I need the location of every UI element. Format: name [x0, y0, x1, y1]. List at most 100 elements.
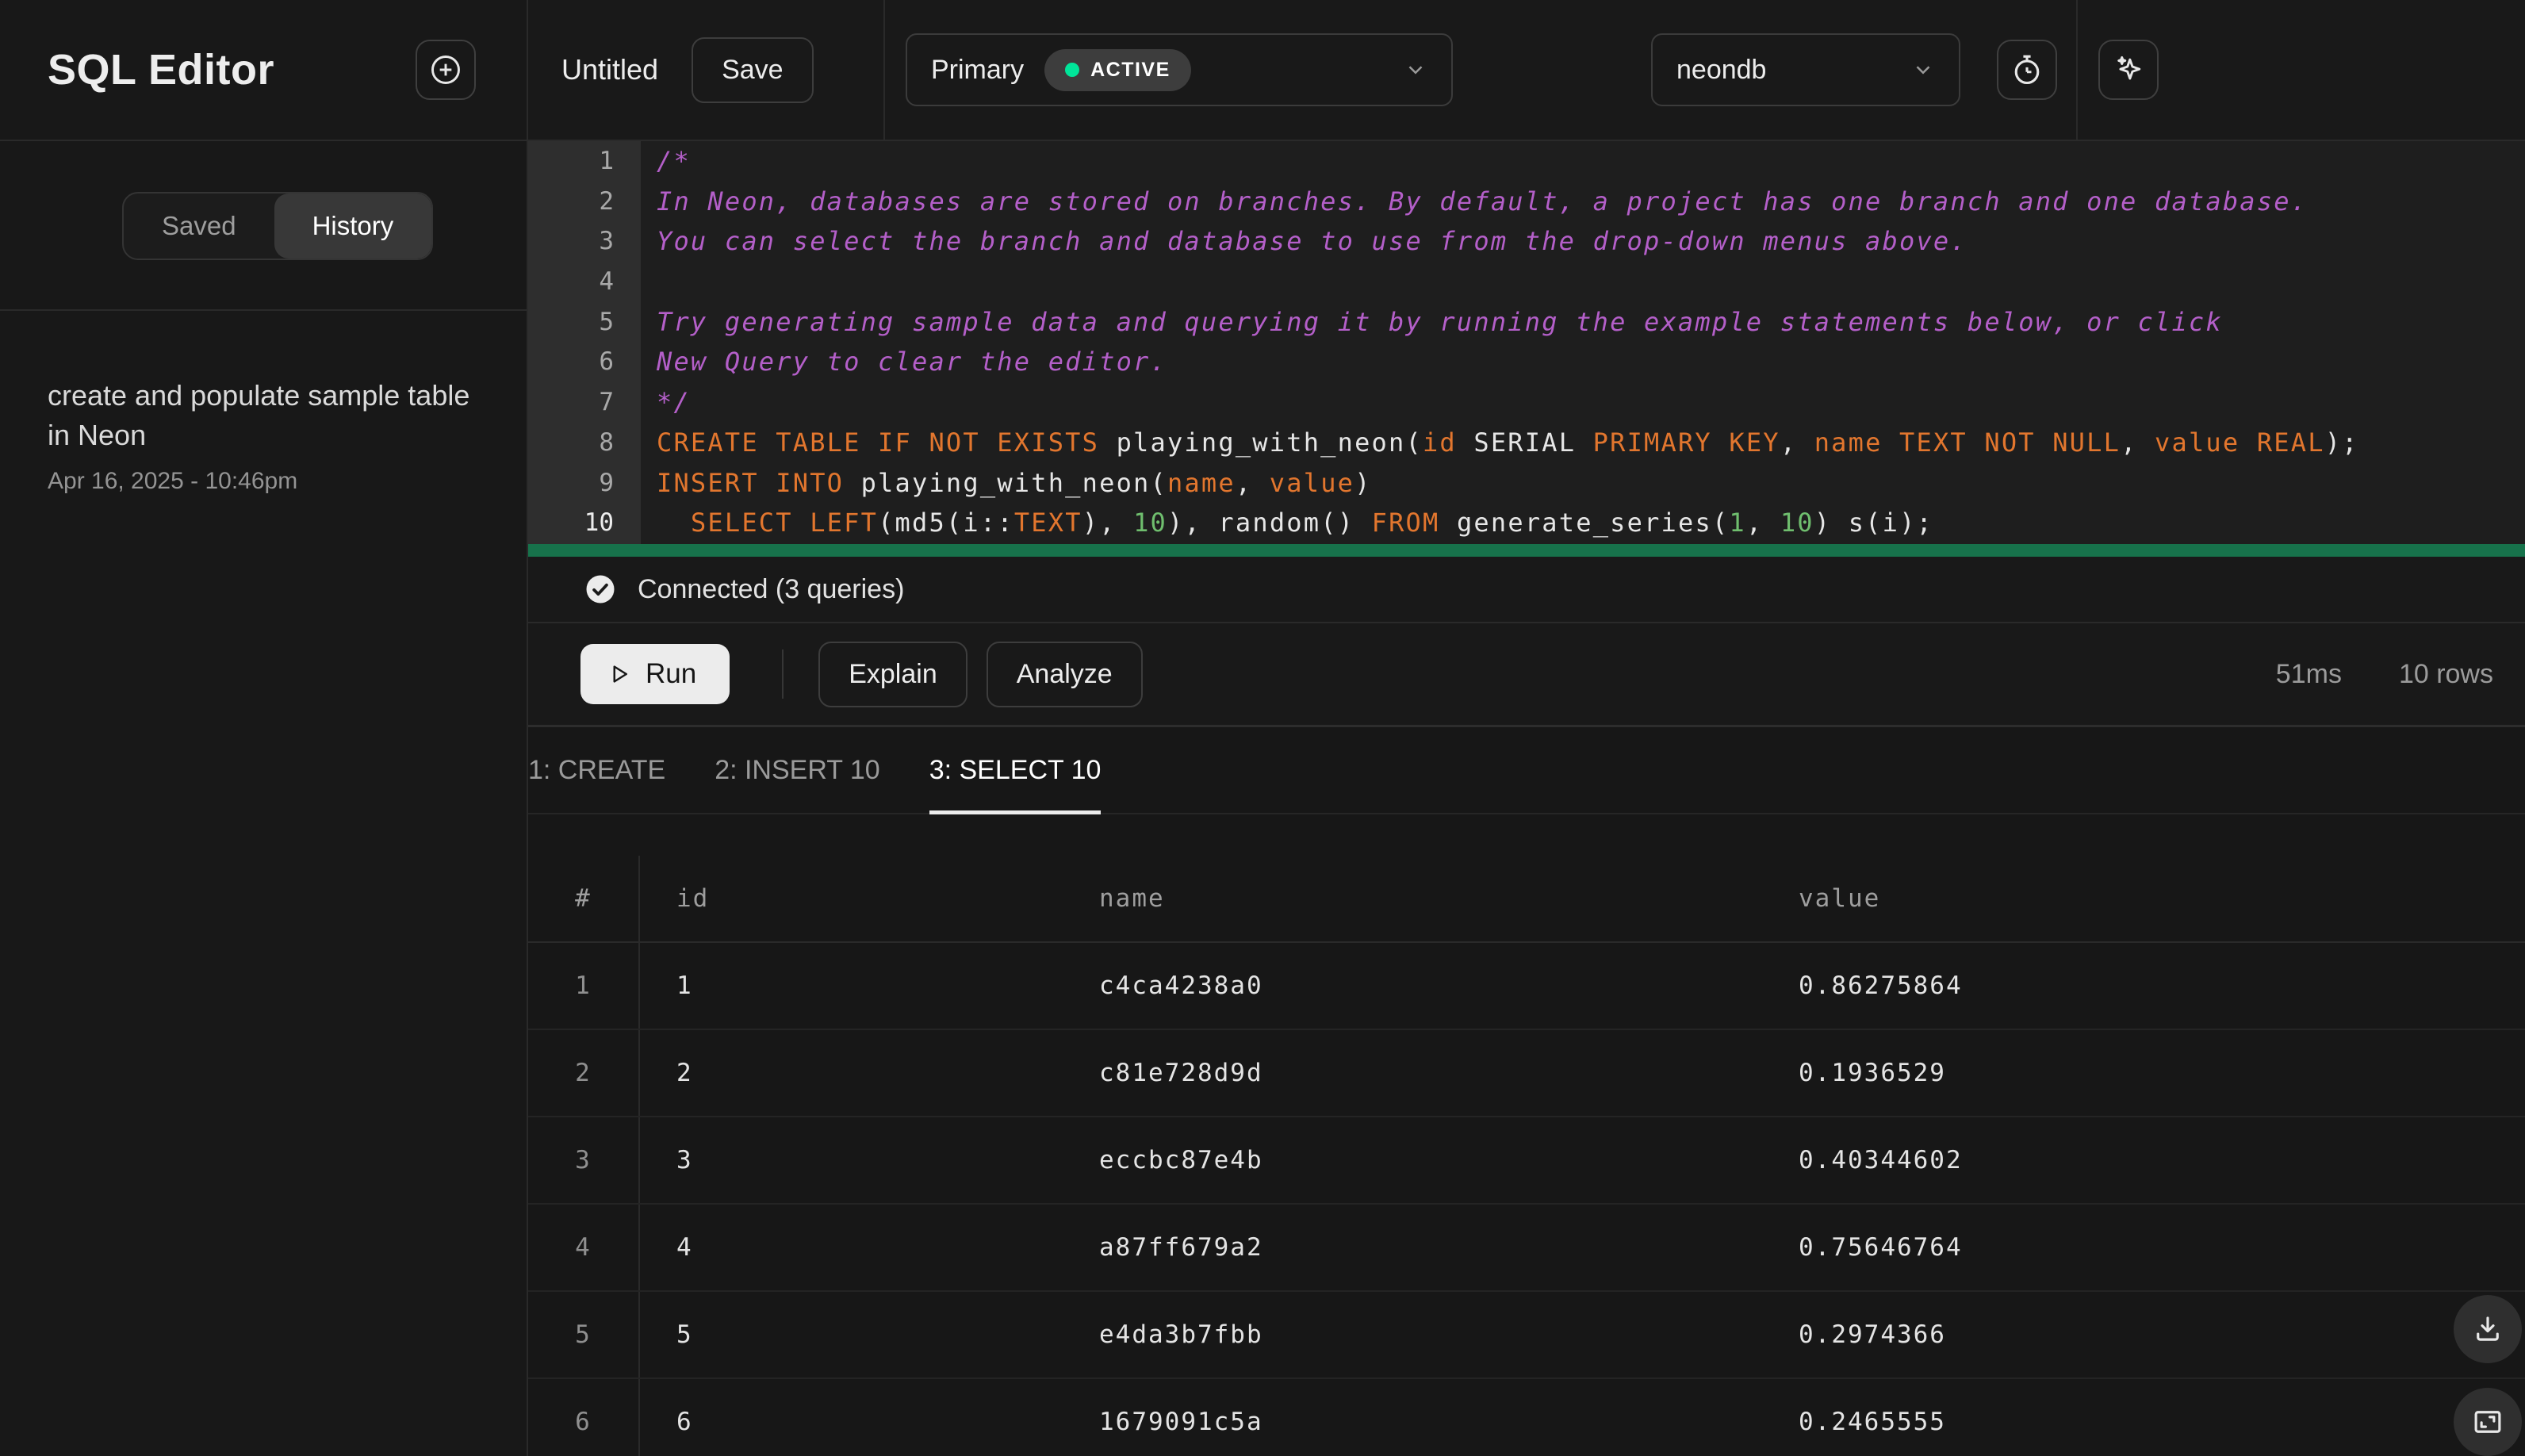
query-history-timer-button[interactable]	[1997, 40, 2057, 100]
code-line: */	[657, 387, 691, 418]
sidebar-tabs: Saved History	[0, 141, 527, 311]
branch-status-badge: ACTIVE	[1044, 48, 1191, 91]
table-cell: a87ff679a2	[1042, 1204, 1741, 1292]
column-header: name	[1042, 856, 1741, 943]
line-number: 1	[599, 147, 614, 175]
database-select[interactable]: neondb	[1651, 33, 1960, 106]
divider	[782, 649, 784, 699]
chevron-down-icon	[1404, 58, 1427, 82]
table-cell: c81e728d9d	[1042, 1029, 1741, 1117]
editor-resize-handle[interactable]	[528, 544, 2525, 557]
table-cell: 2	[528, 1029, 640, 1117]
table-cell: 1679091c5a	[1042, 1378, 1741, 1456]
gutter: 1 2 3 4 5 6 7 8 9 10	[528, 141, 641, 544]
line-number: 5	[599, 307, 614, 336]
table-cell: 5	[639, 1291, 1042, 1379]
code-line: Try generating sample data and querying …	[657, 306, 2223, 337]
main-panel: Untitled Save Primary ACTIVE neondb 1 2 …	[528, 0, 2525, 1456]
table-cell: 6	[528, 1378, 640, 1456]
sparkles-icon	[2111, 52, 2146, 87]
table-row: 6 6 1679091c5a 0.2465555	[528, 1378, 2525, 1456]
code-line: New Query to clear the editor.	[657, 347, 1167, 377]
download-results-button[interactable]	[2454, 1295, 2522, 1363]
table-cell: 2	[639, 1029, 1042, 1117]
line-number: 2	[599, 186, 614, 216]
sql-editor-app: SQL Editor Saved History create and popu…	[0, 0, 2525, 1456]
explain-button[interactable]: Explain	[818, 641, 967, 707]
table-cell: 0.86275864	[1741, 942, 2525, 1030]
results-table: # id name value 1 1 c4ca4238a0 0.86275864 2 2 c81…	[528, 856, 2525, 1456]
query-row-count: 10 rows	[2398, 658, 2493, 689]
history-item[interactable]: create and populate sample table in Neon…	[48, 376, 479, 495]
branch-status-label: ACTIVE	[1090, 58, 1171, 81]
database-name: neondb	[1676, 54, 1767, 85]
line-number: 9	[599, 468, 614, 497]
run-button[interactable]: Run	[580, 644, 730, 704]
table-row: 3 3 eccbc87e4b 0.40344602	[528, 1117, 2525, 1205]
code-line: SELECT LEFT(md5(i::TEXT), 10), random() …	[690, 508, 1934, 538]
line-number: 8	[599, 427, 614, 457]
download-icon	[2471, 1312, 2504, 1346]
table-cell: c4ca4238a0	[1042, 942, 1741, 1030]
table-cell: 0.1936529	[1741, 1029, 2525, 1117]
stopwatch-icon	[2010, 52, 2044, 87]
query-name: Untitled	[561, 53, 659, 86]
expand-results-button[interactable]	[2454, 1388, 2522, 1456]
line-number: 10	[584, 508, 614, 538]
code-line: CREATE TABLE IF NOT EXISTS playing_with_…	[657, 427, 2359, 458]
table-cell: 3	[639, 1117, 1042, 1205]
results-body: 1 1 c4ca4238a0 0.86275864 2 2 c81e728d9d 0.1936…	[528, 942, 2525, 1456]
tab-history[interactable]: History	[274, 193, 432, 259]
code-lines: /* In Neon, databases are stored on branc…	[641, 141, 2525, 544]
table-row: 2 2 c81e728d9d 0.1936529	[528, 1029, 2525, 1117]
table-cell: 1	[528, 942, 640, 1030]
table-cell: 0.75646764	[1741, 1204, 2525, 1292]
line-number: 4	[599, 267, 614, 297]
code-line: INSERT INTO playing_with_neon(name, valu…	[657, 467, 1372, 498]
history-list: create and populate sample table in Neon…	[0, 311, 527, 560]
column-header: id	[639, 856, 1042, 943]
table-cell: 6	[639, 1378, 1042, 1456]
fullscreen-icon	[2471, 1405, 2504, 1439]
active-status-dot	[1065, 63, 1080, 77]
table-cell: 4	[528, 1204, 640, 1292]
result-tabs: 1: CREATE 2: INSERT 10 3: SELECT 10	[528, 727, 2525, 814]
branch-select[interactable]: Primary ACTIVE	[906, 33, 1453, 106]
new-query-button[interactable]	[416, 40, 476, 100]
connection-status-bar: Connected (3 queries)	[528, 557, 2525, 623]
table-cell: eccbc87e4b	[1042, 1117, 1741, 1205]
branch-name: Primary	[931, 54, 1025, 85]
results-header-row: # id name value	[528, 856, 2525, 943]
query-actions-bar: Run Explain Analyze 51ms 10 rows	[528, 623, 2525, 727]
toolbar: Untitled Save Primary ACTIVE neondb	[528, 0, 2525, 141]
history-item-date: Apr 16, 2025 - 10:46pm	[48, 468, 298, 494]
table-cell: 4	[639, 1204, 1042, 1292]
toolbar-query-section: Untitled Save	[528, 0, 885, 140]
result-tab-2[interactable]: 2: INSERT 10	[715, 727, 880, 813]
table-cell: 0.2974366	[1741, 1291, 2525, 1379]
sql-code-editor[interactable]: 1 2 3 4 5 6 7 8 9 10 /* In Neon, databases are sto…	[528, 141, 2525, 544]
chevron-down-icon	[1911, 58, 1935, 82]
save-button[interactable]: Save	[692, 36, 814, 103]
result-tab-3[interactable]: 3: SELECT 10	[929, 727, 1101, 814]
table-cell: 3	[528, 1117, 640, 1205]
column-header: value	[1741, 856, 2525, 943]
play-icon	[607, 662, 631, 686]
line-number: 7	[599, 388, 614, 417]
query-metrics: 51ms 10 rows	[2276, 659, 2493, 690]
tab-saved[interactable]: Saved	[124, 193, 274, 259]
analyze-button[interactable]: Analyze	[986, 641, 1143, 707]
query-duration: 51ms	[2275, 658, 2342, 689]
table-row: 5 5 e4da3b7fbb 0.2974366	[528, 1291, 2525, 1379]
page-title: SQL Editor	[48, 46, 275, 94]
table-cell: 0.2465555	[1741, 1378, 2525, 1456]
code-line: /*	[657, 146, 691, 176]
result-tab-1[interactable]: 1: CREATE	[528, 727, 665, 813]
line-number: 6	[599, 347, 614, 377]
table-row: 4 4 a87ff679a2 0.75646764	[528, 1204, 2525, 1292]
ai-assist-button[interactable]	[2098, 40, 2159, 100]
table-cell: 5	[528, 1291, 640, 1379]
sidebar: SQL Editor Saved History create and popu…	[0, 0, 528, 1456]
